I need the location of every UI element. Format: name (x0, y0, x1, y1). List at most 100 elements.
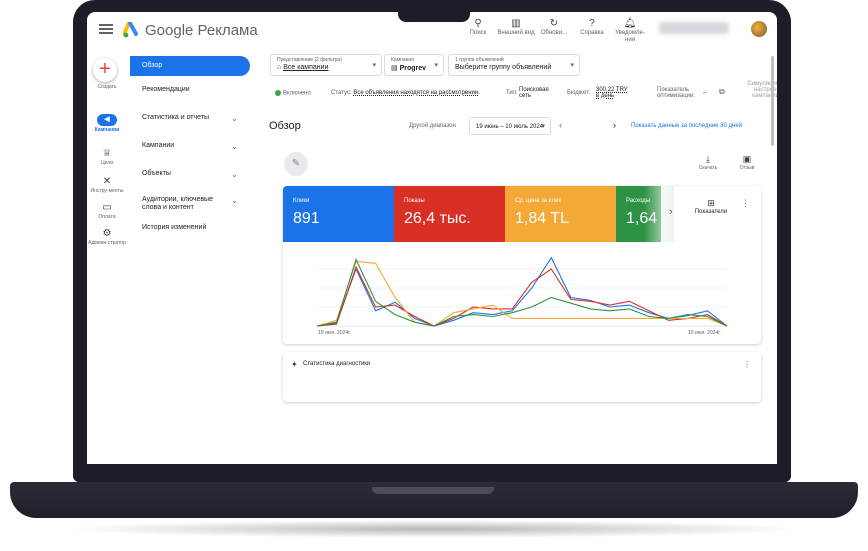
more-options-icon[interactable]: ⋮ (743, 360, 751, 369)
date-range-picker[interactable]: 19 июнь – 10 июль 2024 ▾ (469, 117, 551, 135)
nav-item-label: Обзор (142, 62, 163, 69)
metric-label: Ср. цена за клик (515, 198, 561, 204)
next-range-button[interactable]: › (613, 120, 616, 130)
rail-item-billing[interactable]: ▭ Оплата (87, 202, 127, 220)
more-options-icon[interactable]: ⋮ (741, 198, 750, 209)
campaign-filter-caption: Кампания (391, 57, 414, 63)
chevron-down-icon: ▾ (434, 62, 438, 69)
rail-item-label: Кампании (94, 127, 120, 133)
campaign-icon: ▤ (391, 65, 398, 72)
view-filter[interactable]: Представление (2 фильтра) ⌂ Все кампании… (270, 54, 382, 76)
billing-icon: ▭ (102, 202, 112, 213)
chevron-down-icon: ▾ (372, 62, 376, 69)
brand-title: Google Реклама (145, 22, 258, 39)
edit-pencil-icon[interactable]: ✎ (284, 152, 308, 176)
refresh-icon: ↻ (549, 18, 559, 29)
date-range-value: 19 июнь – 10 июль 2024 (476, 124, 544, 130)
type-prefix: Тип: (506, 90, 518, 96)
status-value[interactable]: Все объявления находятся на рассмотрении… (353, 90, 480, 96)
feedback-label: Отзыв (739, 165, 755, 171)
status-prefix: Статус: (331, 90, 352, 96)
top-action-label: Уведомле-ния (615, 30, 645, 43)
home-icon: ⌂ (277, 64, 282, 71)
download-label: Скачать (698, 165, 718, 171)
optimization-value: – (703, 90, 707, 96)
top-action-label: Поиск (469, 30, 487, 36)
adgroup-filter[interactable]: 1 группа объявлений Выберите группу объя… (448, 54, 580, 76)
top-action-bell[interactable]: 🔔︎ Уведомле-ния (611, 18, 649, 44)
nav-item-0[interactable]: Обзор (130, 56, 250, 76)
screen: Google Реклама ⚲ Поиск ▥ Внешний вид ↻ Обнови… (87, 12, 777, 464)
download-button[interactable]: ⤓ Скачать (693, 154, 723, 171)
chevron-down-icon: ⌄ (231, 142, 238, 151)
view-filter-text: Все кампании (283, 64, 329, 71)
x-axis-end-label: 10 июл. 2024г. (688, 330, 721, 336)
metrics-button-label: Показатели (694, 209, 728, 215)
top-action-search[interactable]: ⚲ Поиск (459, 18, 497, 44)
status-dot-icon (275, 90, 281, 96)
metrics-icon: ⊞ (707, 198, 715, 208)
nav-item-label: Аудитории, ключевые слова и контент (142, 196, 213, 211)
create-label-text: Создать (97, 84, 117, 90)
rail-item-tools[interactable]: ✕ Инстру-менты (87, 176, 127, 194)
metric-value: 26,4 тыс. (404, 210, 471, 227)
metrics-button[interactable]: ⊞ Показатели (691, 198, 731, 215)
top-action-refresh[interactable]: ↻ Обнови... (535, 18, 573, 44)
performance-card: Клики 891 Показы 26,4 тыс. Ср. цена за клик 1… (283, 186, 761, 344)
metric-tile-1[interactable]: Показы 26,4 тыс. (394, 186, 505, 242)
hamburger-menu-icon[interactable] (99, 24, 113, 34)
rail-item-campaigns[interactable]: ◀ Кампании (87, 114, 127, 133)
chevron-down-icon: ▾ (541, 123, 545, 130)
enabled-status[interactable]: Включено (275, 90, 311, 97)
top-action-appearance[interactable]: ▥ Внешний вид (497, 18, 535, 44)
appearance-icon: ▥ (511, 18, 521, 29)
rail-item-label: Цели (100, 160, 114, 166)
view-filter-value: ⌂ Все кампании (277, 64, 329, 71)
account-name[interactable] (659, 22, 729, 34)
top-action-label: Справка (580, 30, 604, 36)
view-filter-caption: Представление (2 фильтра) (277, 57, 342, 63)
metric-tile-0[interactable]: Клики 891 (283, 186, 394, 242)
adgroup-filter-text: Выберите группу объявлений (455, 64, 552, 71)
prev-range-button[interactable]: ‹ (559, 120, 562, 130)
metric-value: 1,84 TL (515, 210, 569, 227)
diagnostics-card: ✦ Статистика диагностики ⋮ (283, 352, 761, 402)
sparkle-icon: ✦ (291, 360, 298, 369)
ads-status: Статус: Все объявления находятся на расс… (331, 90, 480, 96)
rail-item-admin[interactable]: ⚙ Админи-стратор (87, 228, 127, 246)
range-label: Другой диапазон (409, 123, 456, 129)
chevron-down-icon: ⌄ (231, 170, 238, 179)
scrollbar[interactable] (771, 56, 774, 146)
top-action-help[interactable]: ? Справка (573, 18, 611, 44)
nav-item-label: Кампании (142, 142, 175, 149)
campaign-filter-text: Progrev (399, 65, 427, 72)
rail-item-goals[interactable]: ♕ Цели (87, 148, 127, 166)
simulation-icon: ⧉ (719, 87, 725, 96)
feedback-button[interactable]: ▣ Отзыв (732, 154, 762, 171)
google-ads-logo (123, 22, 138, 38)
next-metrics-chevron-icon[interactable]: › (669, 206, 673, 218)
top-action-label: Обнови... (540, 30, 568, 36)
metric-tile-2[interactable]: Ср. цена за клик 1,84 TL (505, 186, 616, 242)
chevron-down-icon: ▾ (570, 62, 574, 69)
top-action-label: Внешний вид (497, 30, 535, 36)
campaign-filter[interactable]: Кампания ▤ Progrev ▾ (384, 54, 444, 76)
goals-icon: ♕ (102, 148, 112, 159)
campaign-filter-value: ▤ Progrev (391, 64, 426, 72)
create-button[interactable]: + (93, 58, 117, 82)
campaigns-icon: ◀ (97, 114, 117, 126)
performance-chart (316, 256, 728, 327)
laptop-opening-notch (372, 487, 494, 494)
avatar[interactable] (751, 21, 767, 37)
budget-value[interactable]: 300,22 TRY в день (596, 87, 632, 99)
budget-prefix: Бюджет: (567, 90, 591, 96)
chevron-down-icon: ⌄ (231, 196, 238, 205)
show-last-30-days-link[interactable]: Показать данные за последние 30 дней (631, 123, 742, 129)
metric-value: 891 (293, 210, 320, 227)
series-line-2 (316, 260, 728, 327)
nav-item-label: Статистика и отчеты (142, 114, 210, 121)
create-label: Создать (87, 84, 127, 90)
feedback-icon: ▣ (742, 154, 752, 164)
metric-label: Клики (293, 198, 310, 204)
diagnostics-title: Статистика диагностики (303, 361, 371, 367)
